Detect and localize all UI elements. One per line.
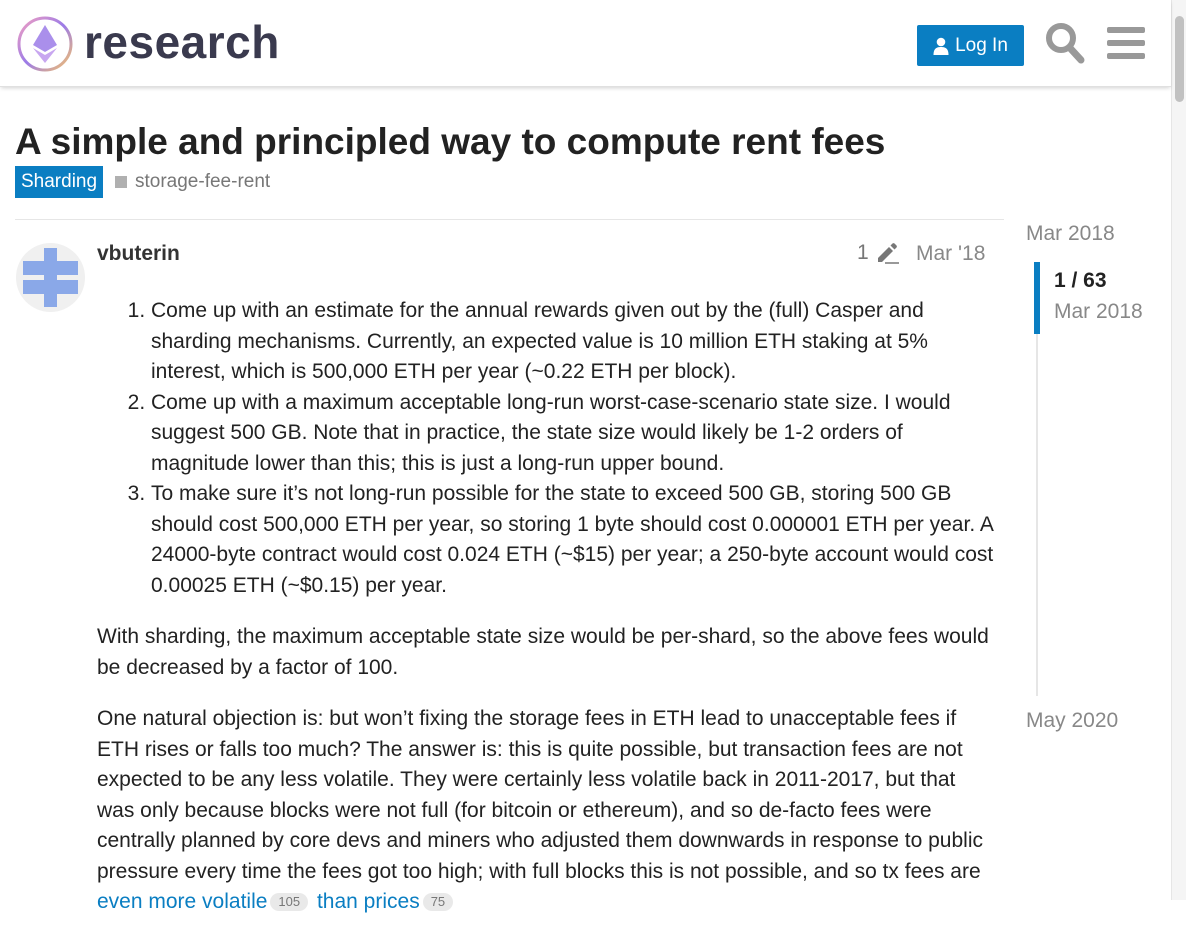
- login-label: Log In: [955, 34, 1008, 56]
- login-button[interactable]: Log In: [917, 25, 1024, 66]
- post-body: Come up with an estimate for the annual …: [97, 296, 997, 939]
- list-item: Come up with a maximum acceptable long-r…: [151, 388, 997, 480]
- timeline-position-date: Mar 2018: [1054, 300, 1143, 323]
- page-scrollbar[interactable]: [1171, 0, 1186, 900]
- post-list: Come up with an estimate for the annual …: [97, 296, 997, 601]
- paragraph-text: One natural objection is: but won’t fixi…: [97, 707, 983, 883]
- post-paragraph: One natural objection is: but won’t fixi…: [97, 704, 997, 918]
- topic-tag[interactable]: storage-fee-rent: [115, 166, 270, 198]
- topic-title[interactable]: A simple and principled way to compute r…: [15, 119, 885, 165]
- post-paragraph: With sharding, the maximum acceptable st…: [97, 625, 989, 679]
- post-username[interactable]: vbuterin: [97, 240, 180, 268]
- logo-icon[interactable]: [16, 15, 74, 73]
- timeline-end-date[interactable]: May 2020: [1026, 709, 1118, 733]
- scrollbar-thumb[interactable]: [1175, 16, 1184, 102]
- link-click-count: 75: [422, 893, 454, 912]
- link-prices[interactable]: than prices: [317, 890, 420, 913]
- avatar[interactable]: [16, 243, 85, 312]
- list-item: Come up with an estimate for the annual …: [151, 296, 997, 388]
- paragraph-text: so tx fees are: [854, 859, 981, 883]
- list-item: To make sure it’s not long-run possible …: [151, 479, 997, 601]
- link-volatile[interactable]: even more volatile: [97, 890, 267, 913]
- menu-icon[interactable]: [1107, 25, 1145, 61]
- timeline-position[interactable]: 1 / 63: [1054, 269, 1107, 293]
- pencil-icon: [877, 243, 899, 264]
- link-click-count: 105: [270, 893, 309, 912]
- timeline-start-date[interactable]: Mar 2018: [1026, 222, 1115, 246]
- user-icon: [933, 37, 949, 55]
- tag-square-icon: [115, 176, 127, 188]
- search-icon[interactable]: [1045, 22, 1085, 64]
- tag-label: storage-fee-rent: [135, 171, 271, 192]
- edit-count: 1: [857, 241, 869, 264]
- site-name[interactable]: research: [84, 13, 280, 71]
- timeline-handle[interactable]: [1034, 262, 1040, 334]
- category-badge[interactable]: Sharding: [15, 166, 104, 198]
- divider: [15, 219, 1004, 220]
- site-header: research Log In: [0, 0, 1171, 87]
- post-edit-history[interactable]: 1: [857, 241, 899, 265]
- post-date[interactable]: Mar '18: [916, 241, 985, 267]
